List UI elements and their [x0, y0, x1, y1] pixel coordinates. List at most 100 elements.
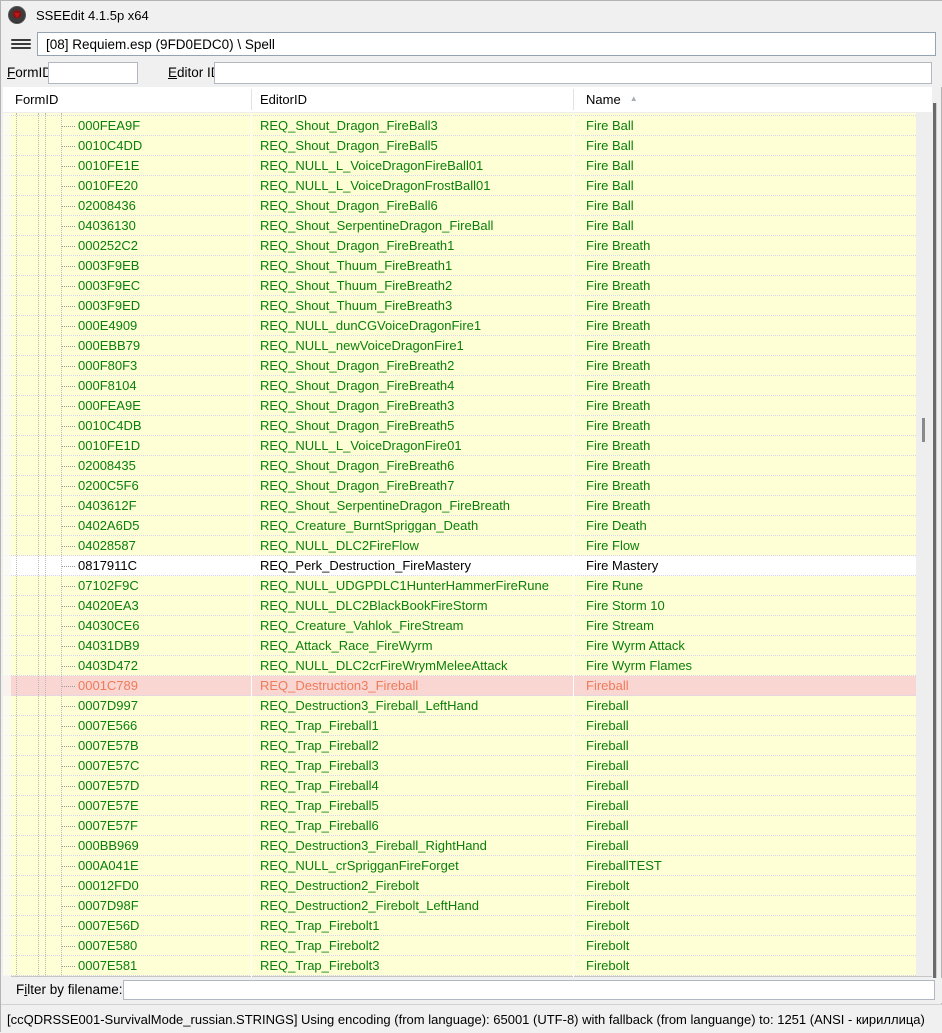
table-row[interactable]: 000EBB79 REQ_NULL_newVoiceDragonFire1 Fire… — [3, 336, 916, 356]
name-cell: Fire Mastery — [586, 558, 659, 573]
formid-cell: 04031DB9 — [3, 636, 251, 655]
table-row[interactable]: 000A041E REQ_NULL_crSprigganFireForget Fir… — [3, 856, 916, 876]
column-header-editorid[interactable]: EditorID — [260, 87, 307, 112]
editorid-cell: REQ_Shout_Dragon_FireBall6 — [260, 198, 438, 213]
table-row[interactable]: 0003F9EB REQ_Shout_Thuum_FireBreath1 Fire … — [3, 256, 916, 276]
table-row[interactable]: 0007E581 REQ_Trap_Firebolt3 Firebolt — [3, 956, 916, 976]
status-bar: [ccQDRSSE001-SurvivalMode_russian.STRING… — [1, 1004, 942, 1033]
table-row[interactable]: 0010FE20 REQ_NULL_L_VoiceDragonFrostBall0… — [3, 176, 916, 196]
table-row[interactable]: 0007D997 REQ_Destruction3_Fireball_LeftHa… — [3, 696, 916, 716]
tree-connector — [61, 385, 75, 387]
app-icon — [8, 6, 26, 24]
scrollbar-thumb[interactable] — [922, 418, 925, 442]
tree-connector — [61, 825, 75, 827]
formid-cell: 0007E57F — [3, 816, 251, 835]
name-cell: Fire Breath — [586, 418, 651, 433]
editorid-cell: REQ_Shout_Dragon_FireBreath6 — [260, 458, 455, 473]
table-row[interactable]: 0010C4DD REQ_Shout_Dragon_FireBall5 Fire B… — [3, 136, 916, 156]
table-row[interactable]: 0007E57F REQ_Trap_Fireball6 Fireball — [3, 816, 916, 836]
table-row[interactable]: 0007E57C REQ_Trap_Fireball3 Fireball — [3, 756, 916, 776]
table-row[interactable]: 0403612F REQ_Shout_SerpentineDragon_FireB… — [3, 496, 916, 516]
formid-cell: 0007E56D — [3, 916, 251, 935]
editorid-cell: REQ_NULL_dunCGVoiceDragonFire1 — [260, 318, 482, 333]
editorid-filter-input[interactable] — [214, 62, 932, 84]
panel-splitter[interactable] — [933, 103, 937, 991]
table-row[interactable]: 000FEA9F REQ_Shout_Dragon_FireBall3 Fire B… — [3, 116, 916, 136]
table-row[interactable]: 0007E56D REQ_Trap_Firebolt1 Firebolt — [3, 916, 916, 936]
formid-cell: 00012FD0 — [3, 876, 251, 895]
name-cell: Firebolt — [586, 918, 630, 933]
editorid-cell: REQ_Shout_Dragon_FireBall5 — [260, 138, 438, 153]
table-row[interactable]: 0003F9ED REQ_Shout_Thuum_FireBreath3 Fire … — [3, 296, 916, 316]
table-row[interactable]: 07102F9C REQ_NULL_UDGPDLC1HunterHammerFir… — [3, 576, 916, 596]
editorid-cell: REQ_NULL_DLC2crFireWrymMeleeAttack — [260, 658, 508, 673]
name-cell: Firebolt — [586, 938, 630, 953]
table-row[interactable]: 00012FD0 REQ_Destruction2_Firebolt Firebol… — [3, 876, 916, 896]
editorid-cell: REQ_Perk_Destruction_FireMastery — [260, 558, 471, 573]
column-header-name[interactable]: Name ▲ — [586, 87, 638, 112]
name-cell: Fire Breath — [586, 258, 651, 273]
table-row[interactable]: 000F8104 REQ_Shout_Dragon_FireBreath4 Fire… — [3, 376, 916, 396]
editorid-cell: REQ_Trap_Fireball5 — [260, 798, 379, 813]
tree-connector — [61, 125, 75, 127]
column-header-formid[interactable]: FormID — [15, 87, 58, 112]
table-row[interactable]: 04036130 REQ_Shout_SerpentineDragon_FireB… — [3, 216, 916, 236]
table-row[interactable]: 0010FE1D REQ_NULL_L_VoiceDragonFire01 Fire… — [3, 436, 916, 456]
header-separator[interactable] — [573, 89, 574, 110]
table-row[interactable]: 0010FE1E REQ_NULL_L_VoiceDragonFireBall01… — [3, 156, 916, 176]
table-row[interactable]: 04031DB9 REQ_Attack_Race_FireWyrm Fire Wyr… — [3, 636, 916, 656]
tree-connector — [61, 585, 75, 587]
menu-icon[interactable] — [11, 37, 31, 51]
tree-connector — [61, 765, 75, 767]
table-row[interactable]: 0001C789 REQ_Destruction3_Fireball Firebal… — [3, 676, 916, 696]
table-row[interactable]: 000F80F3 REQ_Shout_Dragon_FireBreath2 Fire… — [3, 356, 916, 376]
header-separator[interactable] — [251, 89, 252, 110]
name-cell: Fire Breath — [586, 278, 651, 293]
table-row[interactable]: 04030CE6 REQ_Creature_Vahlok_FireStream Fi… — [3, 616, 916, 636]
name-cell: Fireball — [586, 738, 629, 753]
formid-cell: 0007E57E — [3, 796, 251, 815]
tree-connector — [61, 525, 75, 527]
name-cell: Fire Breath — [586, 338, 651, 353]
formid-filter-input[interactable] — [48, 62, 138, 84]
breadcrumb[interactable]: [08] Requiem.esp (9FD0EDC0) \ Spell — [37, 32, 936, 56]
name-cell: Fireball — [586, 758, 629, 773]
table-row[interactable]: 02008436 REQ_Shout_Dragon_FireBall6 Fire B… — [3, 196, 916, 216]
name-cell: Fireball — [586, 718, 629, 733]
tree-connector — [61, 705, 75, 707]
table-row[interactable]: 0007E566 REQ_Trap_Fireball1 Fireball — [3, 716, 916, 736]
tree-connector — [61, 845, 75, 847]
editorid-cell: REQ_Destruction3_Fireball_LeftHand — [260, 698, 479, 713]
table-row[interactable]: 000252C2 REQ_Shout_Dragon_FireBreath1 Fire… — [3, 236, 916, 256]
table-row[interactable]: 02008435 REQ_Shout_Dragon_FireBreath6 Fire… — [3, 456, 916, 476]
formid-cell: 0010C4DB — [3, 416, 251, 435]
filename-filter-input[interactable] — [123, 980, 935, 1000]
editorid-filter-label: Editor ID — [168, 65, 221, 80]
formid-filter-label: FormID — [7, 65, 52, 80]
table-row[interactable]: 04020EA3 REQ_NULL_DLC2BlackBookFireStorm F… — [3, 596, 916, 616]
table-row[interactable]: 0007E57E REQ_Trap_Fireball5 Fireball — [3, 796, 916, 816]
table-row[interactable]: 000E4909 REQ_NULL_dunCGVoiceDragonFire1 Fi… — [3, 316, 916, 336]
table-row[interactable]: 0817911C REQ_Perk_Destruction_FireMastery… — [3, 556, 916, 576]
name-cell: Fire Stream — [586, 618, 654, 633]
editorid-cell: REQ_Destruction3_Fireball — [260, 678, 419, 693]
tree-connector — [61, 725, 75, 727]
table-row[interactable]: 0010C4DB REQ_Shout_Dragon_FireBreath5 Fire… — [3, 416, 916, 436]
formid-cell: 0007D98F — [3, 896, 251, 915]
table-row[interactable]: 0007D98F REQ_Destruction2_Firebolt_LeftHa… — [3, 896, 916, 916]
table-row[interactable]: 0200C5F6 REQ_Shout_Dragon_FireBreath7 Fire… — [3, 476, 916, 496]
table-row[interactable]: 0007E57B REQ_Trap_Fireball2 Fireball — [3, 736, 916, 756]
table-row[interactable]: 0403D472 REQ_NULL_DLC2crFireWrymMeleeAtta… — [3, 656, 916, 676]
tree-connector — [61, 565, 75, 567]
table-row[interactable]: 000FEA9E REQ_Shout_Dragon_FireBreath3 Fire… — [3, 396, 916, 416]
table-row[interactable]: 0007E57D REQ_Trap_Fireball4 Fireball — [3, 776, 916, 796]
table-row[interactable]: 0003F9EC REQ_Shout_Thuum_FireBreath2 Fire … — [3, 276, 916, 296]
editorid-cell: REQ_NULL_L_VoiceDragonFrostBall01 — [260, 178, 491, 193]
table-row[interactable]: 04028587 REQ_NULL_DLC2FireFlow Fire Flow — [3, 536, 916, 556]
table-row[interactable]: 000BB969 REQ_Destruction3_Fireball_RightH… — [3, 836, 916, 856]
name-cell: Fire Breath — [586, 378, 651, 393]
editorid-cell: REQ_NULL_UDGPDLC1HunterHammerFireRune — [260, 578, 549, 593]
table-row[interactable]: 0007E580 REQ_Trap_Firebolt2 Firebolt — [3, 936, 916, 956]
table-row[interactable]: 0402A6D5 REQ_Creature_BurntSpriggan_Death… — [3, 516, 916, 536]
vertical-scrollbar[interactable] — [916, 113, 932, 976]
